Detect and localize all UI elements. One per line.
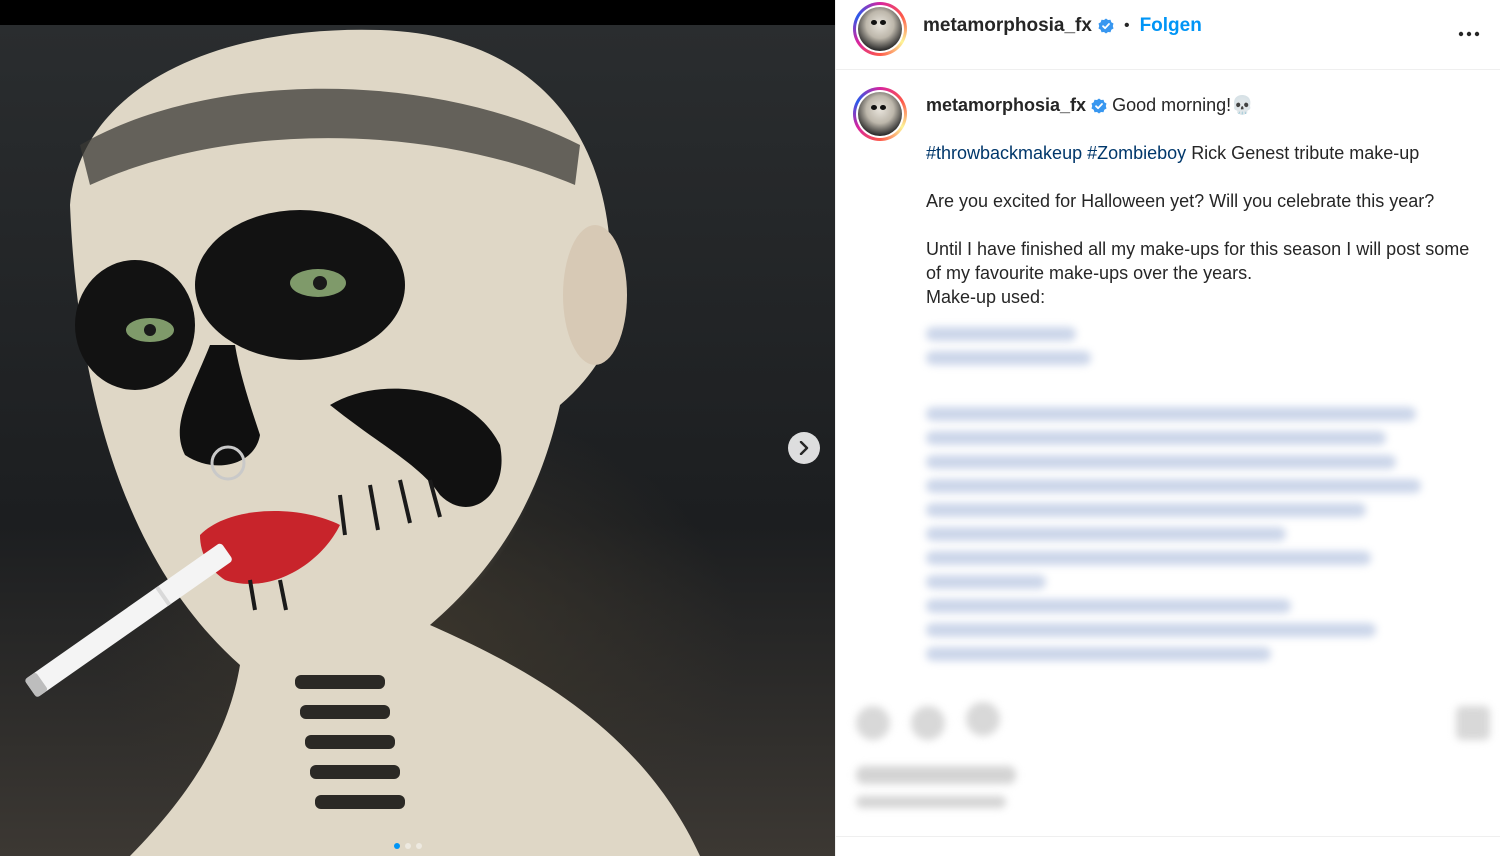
post-timestamp — [856, 796, 1006, 808]
hashtag-link[interactable]: #Zombieboy — [1087, 143, 1186, 163]
avatar-image — [858, 7, 902, 51]
divider — [836, 836, 1500, 837]
media-top-bar — [0, 0, 835, 25]
carousel-indicator — [394, 843, 422, 849]
verified-badge-icon — [1098, 18, 1114, 34]
comment-icon[interactable] — [911, 706, 945, 740]
header-separator: • — [1123, 17, 1130, 34]
post-header: metamorphosia_fx • Folgen — [836, 0, 1500, 70]
caption-makeup-used: Make-up used: — [926, 287, 1046, 307]
verified-badge-icon — [1091, 98, 1107, 114]
carousel-next-button[interactable] — [788, 432, 820, 464]
caption-tribute-text: Rick Genest tribute make-up — [1191, 143, 1420, 163]
post-media — [0, 0, 835, 856]
follow-button[interactable]: Folgen — [1140, 15, 1202, 37]
post-actions — [836, 690, 1500, 856]
skull-emoji: 💀 — [1231, 95, 1254, 115]
post-details-panel: metamorphosia_fx • Folgen metamorphosia_… — [835, 0, 1500, 856]
caption-season-text: Until I have finished all my make-ups fo… — [926, 239, 1470, 283]
more-options-icon[interactable] — [1457, 22, 1481, 46]
post-caption: metamorphosia_fx Good morning!💀 #throwba… — [926, 93, 1486, 671]
skull-makeup-photo — [25, 29, 700, 856]
hashtag-link[interactable]: #throwbackmakeup — [926, 143, 1082, 163]
avatar[interactable] — [853, 2, 907, 56]
caption-greeting: Good morning! — [1112, 95, 1232, 115]
save-icon[interactable] — [1456, 706, 1490, 740]
blurred-content — [926, 327, 1486, 661]
share-icon[interactable] — [966, 702, 1000, 736]
header-username[interactable]: metamorphosia_fx — [923, 15, 1092, 37]
carousel-dot-active — [394, 843, 400, 849]
caption-area: metamorphosia_fx Good morning!💀 #throwba… — [836, 71, 1500, 691]
avatar-image — [858, 92, 902, 136]
caption-avatar[interactable] — [853, 87, 907, 141]
caption-question: Are you excited for Halloween yet? Will … — [926, 191, 1435, 211]
caption-username[interactable]: metamorphosia_fx — [926, 95, 1086, 115]
header-name-line: metamorphosia_fx • Folgen — [923, 15, 1202, 37]
carousel-dot — [416, 843, 422, 849]
carousel-dot — [405, 843, 411, 849]
like-icon[interactable] — [856, 706, 890, 740]
likes-count[interactable] — [856, 766, 1016, 784]
chevron-right-icon — [799, 441, 809, 455]
